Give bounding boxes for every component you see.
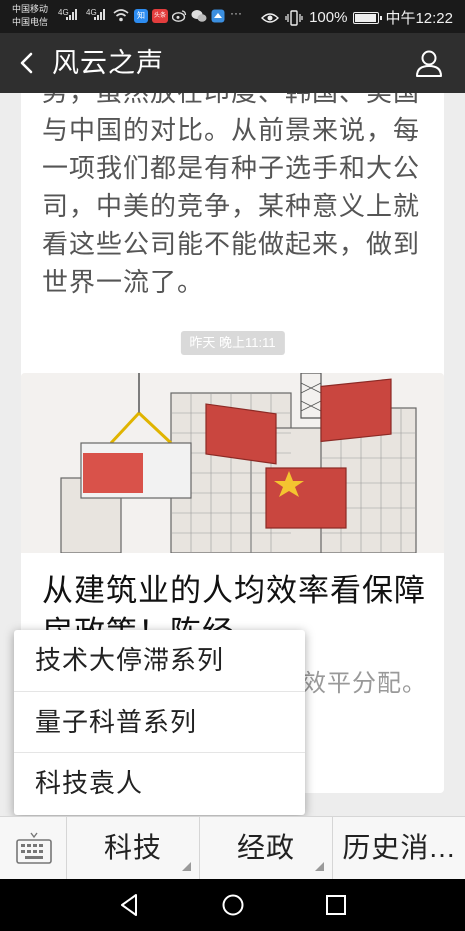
submenu-item-tech-yuanren[interactable]: 科技袁人 — [14, 753, 305, 815]
submenu-indicator-icon — [182, 862, 191, 871]
submenu-popup: 技术大停滞系列 量子科普系列 科技袁人 — [14, 630, 305, 815]
message-timestamp: 昨天 晚上11:11 — [180, 331, 285, 355]
toutiao-icon: 头条 — [152, 9, 168, 23]
bottom-menu-bar: 科技 经政 历史消... — [0, 816, 465, 879]
nav-recents-icon[interactable] — [322, 891, 350, 919]
submenu-indicator-icon — [315, 862, 324, 871]
signal-icon — [66, 9, 80, 20]
wifi-icon — [113, 9, 129, 22]
profile-icon[interactable] — [413, 47, 445, 79]
keyboard-toggle-button[interactable] — [0, 817, 67, 879]
menu-tab-label: 经政 — [236, 832, 295, 863]
system-nav-bar — [0, 879, 465, 931]
weibo-icon — [172, 10, 187, 22]
menu-tab-tech[interactable]: 科技 — [67, 817, 200, 879]
nav-back-icon[interactable] — [116, 891, 144, 919]
more-notifications: ··· — [230, 6, 242, 20]
back-arrow-icon[interactable] — [12, 47, 42, 79]
battery-icon — [353, 11, 383, 24]
nav-home-icon[interactable] — [219, 891, 247, 919]
qq-browser-icon — [211, 9, 225, 23]
menu-tab-economy-politics[interactable]: 经政 — [200, 817, 333, 879]
status-time: 中午12:22 — [385, 10, 453, 27]
wechat-icon — [191, 10, 207, 22]
previous-message-text: 势，虽然放在印度、韩国、美国与中国的对比。从前景来说，每一项我们都是有种子选手和… — [42, 93, 421, 297]
battery-percent: 100% — [309, 9, 348, 26]
page-title: 风云之声 — [52, 48, 164, 78]
submenu-item-quantum-science[interactable]: 量子科普系列 — [14, 692, 305, 754]
carrier-labels: 中国移动 中国电信 — [12, 3, 48, 29]
eye-icon — [261, 12, 280, 23]
keyboard-icon — [16, 832, 52, 864]
status-bar: 中国移动 中国电信 4G 4G 知 头条 ··· 100% 中午12:22 — [0, 0, 465, 33]
signal-icon — [94, 9, 108, 20]
carrier-2: 中国电信 — [12, 17, 49, 27]
menu-tab-label: 历史消... — [342, 832, 456, 863]
menu-tab-history[interactable]: 历史消... — [333, 817, 465, 879]
article-cover-image — [21, 373, 444, 553]
status-right-group: 100% 中午12:22 — [261, 7, 453, 28]
menu-tab-label: 科技 — [103, 832, 162, 863]
title-bar: 风云之声 — [0, 33, 465, 93]
vibrate-icon — [285, 9, 303, 26]
submenu-item-tech-stagnation[interactable]: 技术大停滞系列 — [14, 630, 305, 692]
zhihu-icon: 知 — [134, 9, 148, 23]
carrier-1: 中国移动 — [12, 4, 49, 14]
